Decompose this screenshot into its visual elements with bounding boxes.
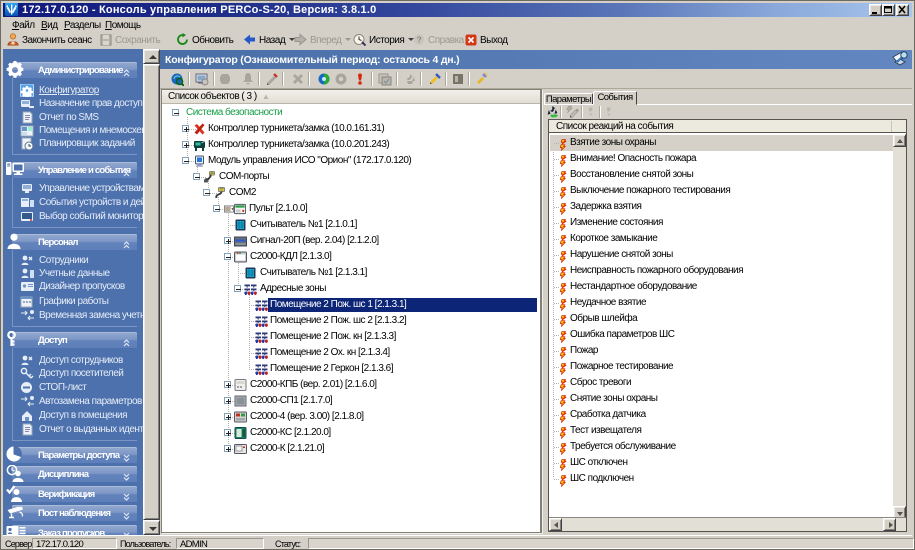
svg-text:?: ? <box>417 36 422 45</box>
